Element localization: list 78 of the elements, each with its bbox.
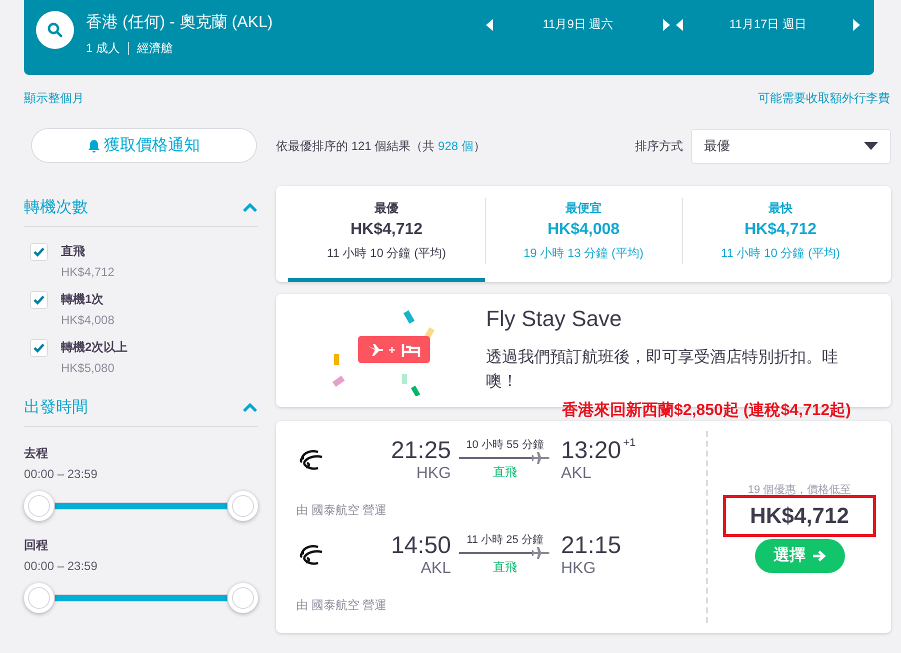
operator-text: 由 國泰航空 營運 [296,597,388,614]
arrival-time: 21:15 [561,532,622,560]
plus-sign: + [388,342,396,356]
promo-title: Fly Stay Save [486,306,623,332]
price-annotation: 香港來回新西蘭$2,850起 (連稅$4,712起) [562,403,851,421]
flight-path-icon [459,452,551,464]
next-date-button[interactable] [660,18,672,32]
sort-label: 排序方式 [635,138,683,154]
slider-handle[interactable] [24,583,54,613]
airport-code: HKG [416,465,451,483]
previous-date-button[interactable] [484,18,496,32]
range-label: 去程 [24,445,49,462]
day-offset: +1 [623,437,636,449]
filter-heading: 轉機次數 [24,198,88,218]
airport-code: HKG [561,560,597,578]
date-text: 11月9日 週六 [542,16,614,33]
airport-code: AKL [420,560,451,578]
arrow-right-icon [812,550,826,562]
filter-heading: 出發時間 [24,398,88,418]
airplane-icon [367,342,384,356]
slider-handle[interactable] [228,583,258,613]
checkbox[interactable] [30,339,48,357]
chevron-up-icon [242,202,258,212]
checkbox[interactable] [30,291,48,309]
bed-icon [400,342,420,356]
caret-left-icon [676,18,684,30]
sort-tab[interactable]: 最快 HK$4,712 11 小時 10 分鐘 (平均) [682,186,879,282]
stops-label: 直飛 [493,559,517,576]
option-price: HK$4,008 [61,313,114,327]
sort-dropdown[interactable]: 最優 [691,128,891,164]
price-alert-button[interactable]: 獲取價格通知 [31,128,257,163]
caret-down-icon [864,142,878,150]
date-text: 11月17日 週日 [729,16,807,33]
bell-icon [88,138,100,152]
results-summary: 依最優排序的 121 個結果（共 928 個） [276,138,486,154]
caret-left-icon [486,18,494,30]
deals-count: 19 個優惠，價格低至 [748,482,852,496]
arrival-time: 13:20 [561,437,622,465]
flight-duration: 11 小時 25 分鐘 [466,533,544,547]
checkmark-icon [33,247,45,257]
caret-right-icon [852,18,860,30]
collapse-button[interactable] [242,402,258,412]
caret-right-icon [662,18,670,30]
flight-price: HK$4,712 [750,502,850,528]
checkbox[interactable] [30,243,48,261]
stops-label: 直飛 [493,464,517,481]
previous-date-button[interactable] [674,18,686,32]
checkmark-icon [33,295,45,305]
route-text: 香港 (任何) - 奧克蘭 (AKL) [86,12,274,33]
flight-duration: 10 小時 55 分鐘 [466,438,544,452]
range-label: 回程 [24,537,49,554]
departure-time: 21:25 [390,437,451,465]
sort-tab[interactable]: 最優 HK$4,712 11 小時 10 分鐘 (平均) [288,186,485,282]
baggage-fee-link[interactable]: 可能需要收取額外行李費 [758,90,890,107]
airport-code: AKL [561,465,592,483]
option-label: 轉機1次 [61,291,105,308]
option-label: 轉機2次以上 [61,339,128,356]
option-price: HK$4,712 [61,265,114,279]
search-icon [47,22,63,38]
sort-tab[interactable]: 最便宜 HK$4,008 19 小時 13 分鐘 (平均) [485,186,682,282]
checkmark-icon [33,343,45,353]
range-text: 00:00 – 23:59 [24,467,98,481]
range-text: 00:00 – 23:59 [24,559,98,573]
promo-description: 透過我們預訂航班後，即可享受酒店特別折扣。哇噢！ [486,348,839,392]
option-price: HK$5,080 [61,361,116,375]
chevron-up-icon [242,402,258,412]
slider-handle[interactable] [24,491,54,521]
show-month-link[interactable]: 顯示整個月 [24,90,84,107]
collapse-button[interactable] [242,202,258,212]
select-button[interactable]: 選擇 [754,538,844,572]
search-button[interactable] [36,11,74,49]
passenger-count: 1 成人 [86,40,120,57]
flight-path-icon [459,547,551,559]
slider-handle[interactable] [228,491,258,521]
cabin-class: 經濟艙 [137,40,174,57]
option-label: 直飛 [61,243,86,260]
operator-text: 由 國泰航空 營運 [296,502,388,519]
departure-time: 14:50 [390,532,451,560]
